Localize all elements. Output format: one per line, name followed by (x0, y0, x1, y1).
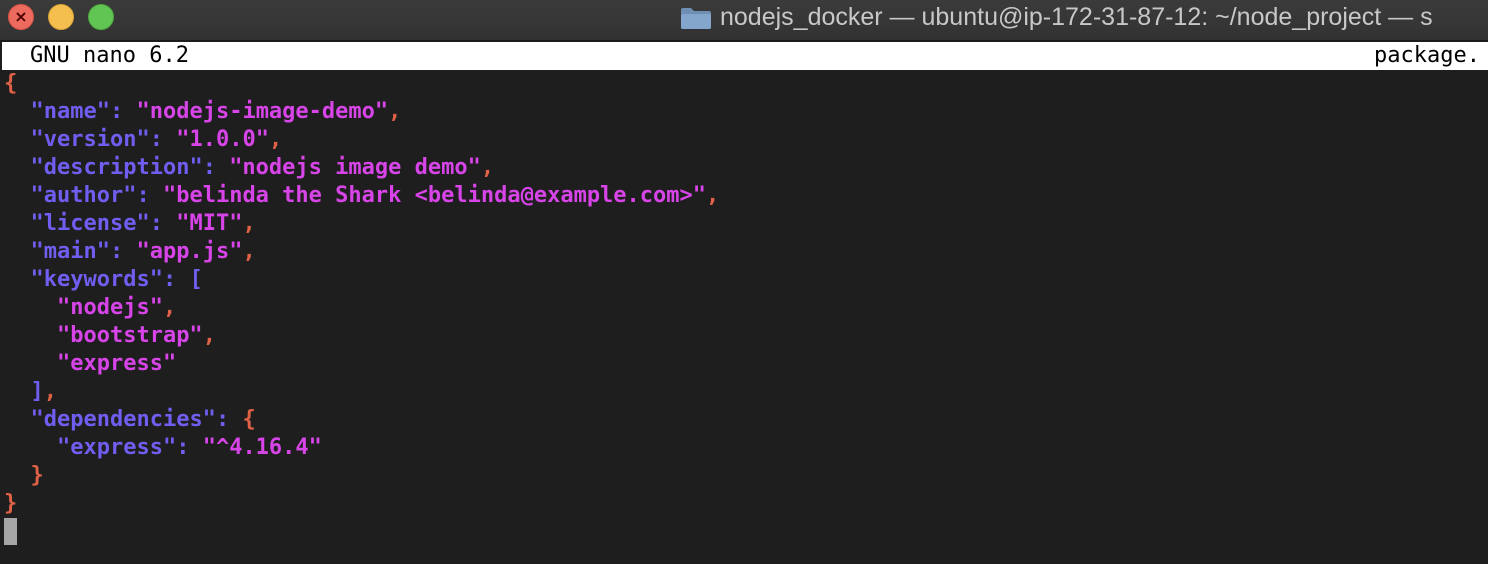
nano-version-label: GNU nano 6.2 (30, 43, 189, 68)
code-line: "license": "MIT", (30, 211, 256, 236)
nano-filename: package. (1374, 43, 1480, 68)
code-line: "version": "1.0.0", (30, 127, 283, 152)
code-line: "nodejs", (56, 295, 177, 320)
code-line: "express": "^4.16.4" (56, 435, 322, 460)
code-line: "name": "nodejs-image-demo", (30, 99, 402, 124)
code-line: "dependencies": { (30, 407, 256, 432)
code-line: "express" (56, 351, 177, 376)
code-line: "main": "app.js", (30, 239, 256, 264)
code-line: "author": "belinda the Shark <belinda@ex… (30, 183, 720, 208)
close-window-button[interactable]: × (8, 4, 34, 30)
folder-icon (681, 8, 711, 29)
editor-area[interactable]: { "name": "nodejs-image-demo", "version"… (4, 70, 1484, 564)
window-title: nodejs_docker — ubuntu@ip-172-31-87-12: … (720, 3, 1433, 31)
close-icon: × (14, 7, 28, 26)
code-line: { (4, 71, 18, 96)
text-cursor (4, 518, 17, 545)
code-line: } (4, 491, 18, 516)
minimize-window-button[interactable] (48, 4, 74, 30)
code-line: "description": "nodejs image demo", (30, 155, 495, 180)
zoom-window-button[interactable] (88, 4, 114, 30)
code-line: ], (30, 379, 58, 404)
title-bar[interactable]: × nodejs_docker — ubuntu@ip-172-31-87-12… (0, 0, 1488, 41)
nano-header-bar: GNU nano 6.2 package. (2, 42, 1488, 70)
code-line: "keywords": [ (30, 267, 203, 292)
code-line: } (30, 463, 44, 488)
terminal-window: × nodejs_docker — ubuntu@ip-172-31-87-12… (0, 0, 1488, 564)
code-line: "bootstrap", (56, 323, 216, 348)
